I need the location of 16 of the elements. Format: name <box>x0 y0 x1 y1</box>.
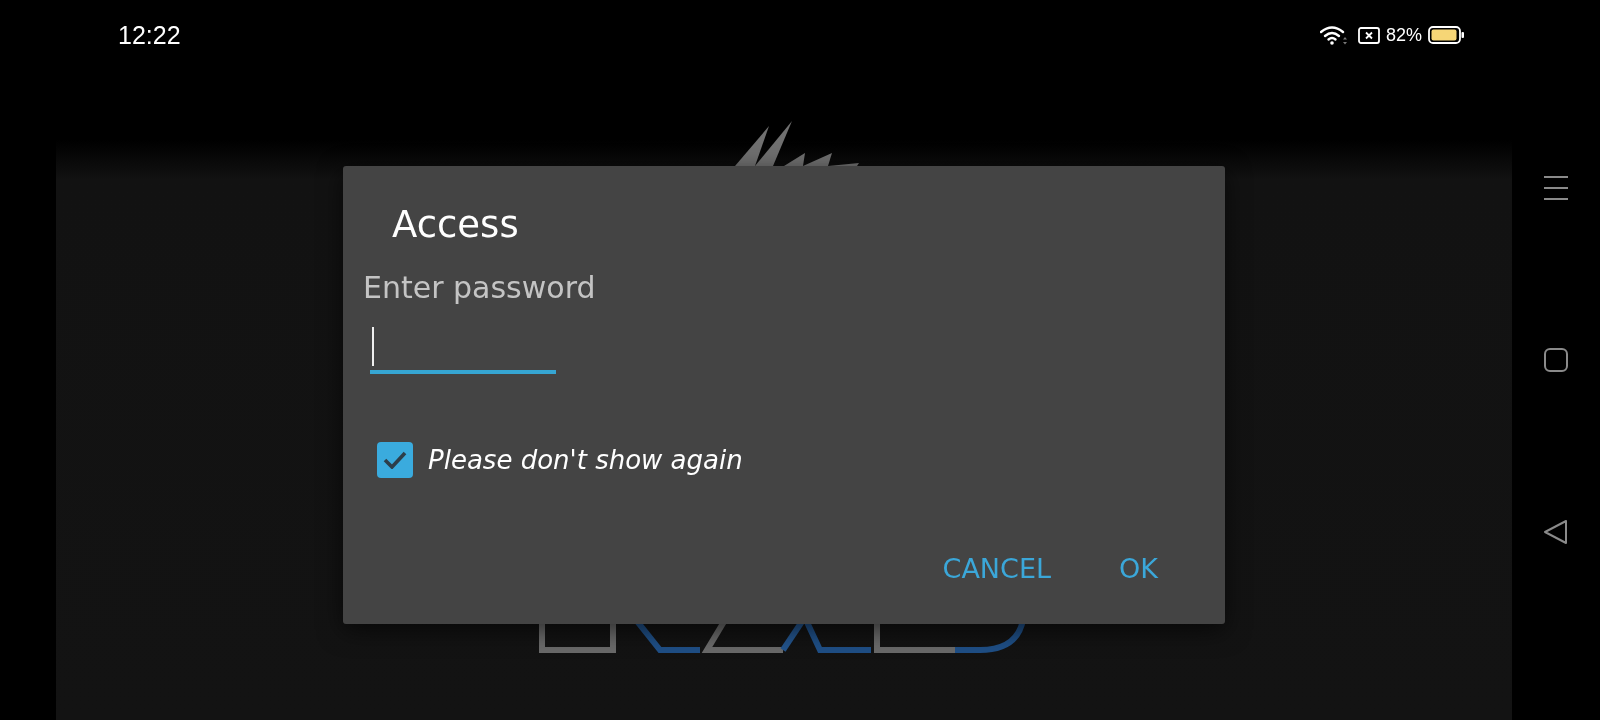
text-cursor <box>372 327 374 366</box>
back-triangle-icon[interactable] <box>1544 520 1568 544</box>
ok-button[interactable]: OK <box>1103 545 1174 591</box>
checkbox-label: Please don't show again <box>428 444 743 476</box>
dialog-title: Access <box>392 203 519 247</box>
check-icon <box>383 451 407 469</box>
square-icon[interactable] <box>1544 348 1568 372</box>
checkbox[interactable] <box>377 442 413 478</box>
no-sim-icon <box>1357 26 1380 44</box>
wifi-icon <box>1319 25 1348 45</box>
dialog-message: Enter password <box>363 270 596 306</box>
battery-percent: 82% <box>1385 24 1422 46</box>
battery-icon <box>1428 26 1465 44</box>
clock-time: 12:22 <box>118 20 181 50</box>
cancel-button[interactable]: CANCEL <box>926 545 1068 591</box>
menu-icon[interactable] <box>1544 176 1568 200</box>
